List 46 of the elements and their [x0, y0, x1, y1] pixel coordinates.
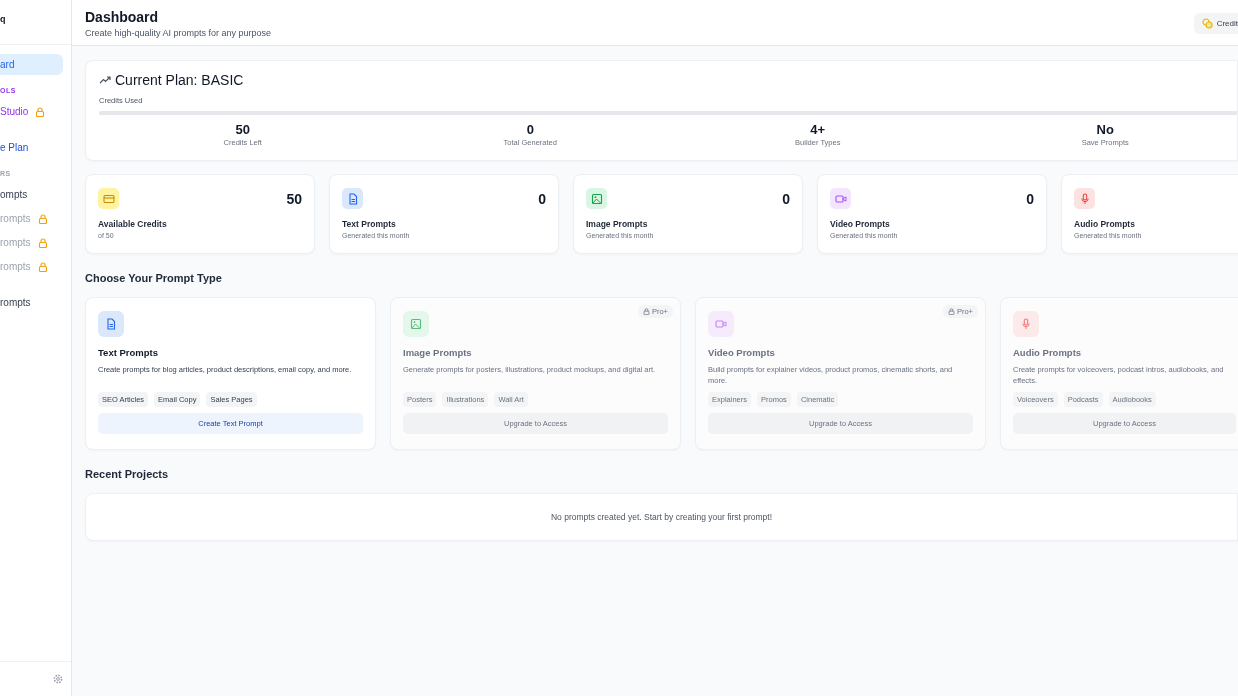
video-camera-icon [715, 318, 727, 330]
nav-item[interactable]: rompts [0, 256, 63, 277]
card-title: Image Prompts [403, 347, 473, 358]
nav-item[interactable]: ard [0, 54, 63, 75]
card-title: Text Prompts [342, 219, 397, 229]
plan-title: Current Plan: BASIC [115, 72, 244, 88]
stat-value: 50 [235, 122, 250, 137]
empty-message: No prompts created yet. Start by creating your first prompt! [550, 512, 773, 522]
nav-item[interactable]: rompts [0, 232, 63, 253]
coins-icon [1201, 18, 1213, 29]
microphone-icon [1020, 318, 1032, 330]
nav-item[interactable]: Studio [0, 101, 63, 122]
nav-item[interactable]: ompts [0, 184, 63, 205]
nav-item[interactable]: rompts [0, 208, 63, 229]
image-icon [590, 192, 603, 205]
stat-value: 0 [526, 122, 534, 137]
card-title: Audio Prompts [1074, 219, 1136, 229]
logo-text: q [0, 14, 6, 24]
card-icon [102, 192, 115, 205]
stat-value: 0 [1026, 190, 1034, 207]
credits-button[interactable]: Credit [1193, 13, 1238, 34]
stat-value: 0 [538, 190, 546, 207]
microphone-icon [1078, 192, 1091, 205]
page-title: Dashboard [85, 9, 160, 25]
card-title: Video Prompts [708, 347, 776, 358]
card-title: Image Prompts [586, 219, 649, 229]
stat-value: No [1096, 122, 1114, 137]
nav-item[interactable]: rompts [0, 292, 63, 313]
lock-icon [947, 308, 955, 315]
lock-icon [642, 308, 650, 315]
card-title: Audio Prompts [1013, 347, 1083, 358]
stat-value: 50 [286, 190, 302, 207]
page-subtitle: Create high-quality AI prompts for any purpose [85, 28, 272, 38]
document-icon [105, 318, 117, 330]
trending-up-icon [99, 75, 111, 85]
document-icon [346, 192, 359, 205]
image-icon [410, 318, 422, 330]
stat-value: 4+ [810, 122, 826, 137]
section-heading: Recent Projects [85, 468, 170, 480]
card-title: Available Credits [98, 219, 168, 229]
video-camera-icon [834, 192, 847, 205]
nav-item[interactable]: e Plan [0, 137, 63, 158]
stat-value: 0 [782, 190, 790, 207]
card-title: Video Prompts [830, 219, 891, 229]
card-title: Text Prompts [98, 347, 159, 358]
section-heading: Choose Your Prompt Type [85, 272, 223, 284]
